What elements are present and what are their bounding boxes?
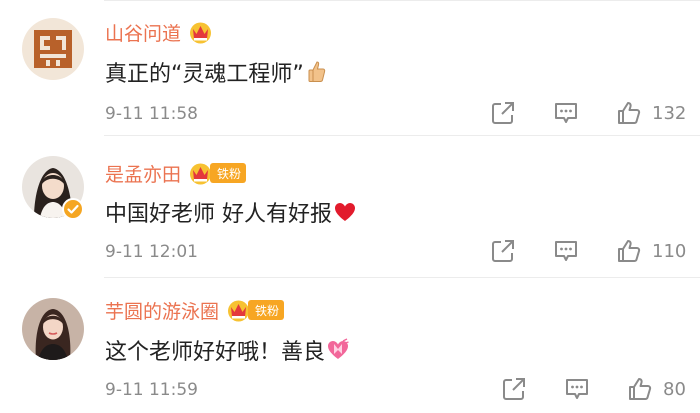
timestamp: 9-11 11:59	[105, 380, 198, 400]
avatar[interactable]	[22, 298, 84, 360]
like-button[interactable]: 110	[616, 238, 686, 264]
username[interactable]: 芋圆的游泳圈	[105, 297, 219, 324]
share-button[interactable]	[490, 100, 516, 126]
comment-icon	[566, 379, 588, 399]
comment-text: 真正的“灵魂工程师”	[105, 62, 304, 87]
avatar[interactable]	[22, 18, 84, 80]
comment-item: 芋圆的游泳圈 铁粉 这个老师好好哦！善良 9-11 11:59 80	[0, 278, 700, 413]
share-button[interactable]	[490, 238, 516, 264]
comment-icon	[555, 241, 577, 261]
like-count: 110	[652, 240, 687, 262]
comment-text: 中国好老师 好人有好报	[105, 202, 332, 227]
like-icon	[629, 378, 652, 400]
timestamp: 9-11 11:58	[105, 104, 198, 124]
verified-icon	[62, 198, 84, 220]
heart-with-ribbon-emoji	[327, 338, 349, 362]
like-icon	[618, 240, 641, 262]
like-icon	[618, 102, 641, 124]
like-count: 132	[652, 102, 687, 124]
woman-portrait-avatar	[22, 298, 84, 360]
comment-item: 山谷问道 真正的“灵魂工程师” 9-11 11:58 132	[0, 0, 700, 136]
comment-button[interactable]	[553, 100, 579, 126]
comment-button[interactable]	[564, 376, 590, 402]
fan-tag: 铁粉	[248, 300, 285, 320]
calligraphy-seal-avatar	[22, 18, 84, 80]
like-count: 80	[663, 378, 686, 400]
thumbs-up-emoji	[306, 60, 328, 84]
username[interactable]: 是孟亦田	[105, 160, 181, 187]
crown-badge-icon[interactable]	[187, 20, 214, 44]
comment-icon	[555, 103, 577, 123]
share-icon	[492, 240, 514, 262]
like-button[interactable]: 132	[616, 100, 686, 126]
timestamp: 9-11 12:01	[105, 242, 198, 262]
comment-text: 这个老师好好哦！善良	[105, 340, 326, 365]
share-icon	[503, 378, 525, 400]
share-icon	[492, 102, 514, 124]
share-button[interactable]	[501, 376, 527, 402]
fan-tag: 铁粉	[210, 163, 247, 183]
red-heart-emoji	[334, 200, 356, 224]
like-button[interactable]: 80	[627, 376, 686, 402]
comment-item: 是孟亦田 铁粉 中国好老师 好人有好报 9-11 12:01 110	[0, 136, 700, 278]
comment-button[interactable]	[553, 238, 579, 264]
username[interactable]: 山谷问道	[105, 19, 181, 46]
